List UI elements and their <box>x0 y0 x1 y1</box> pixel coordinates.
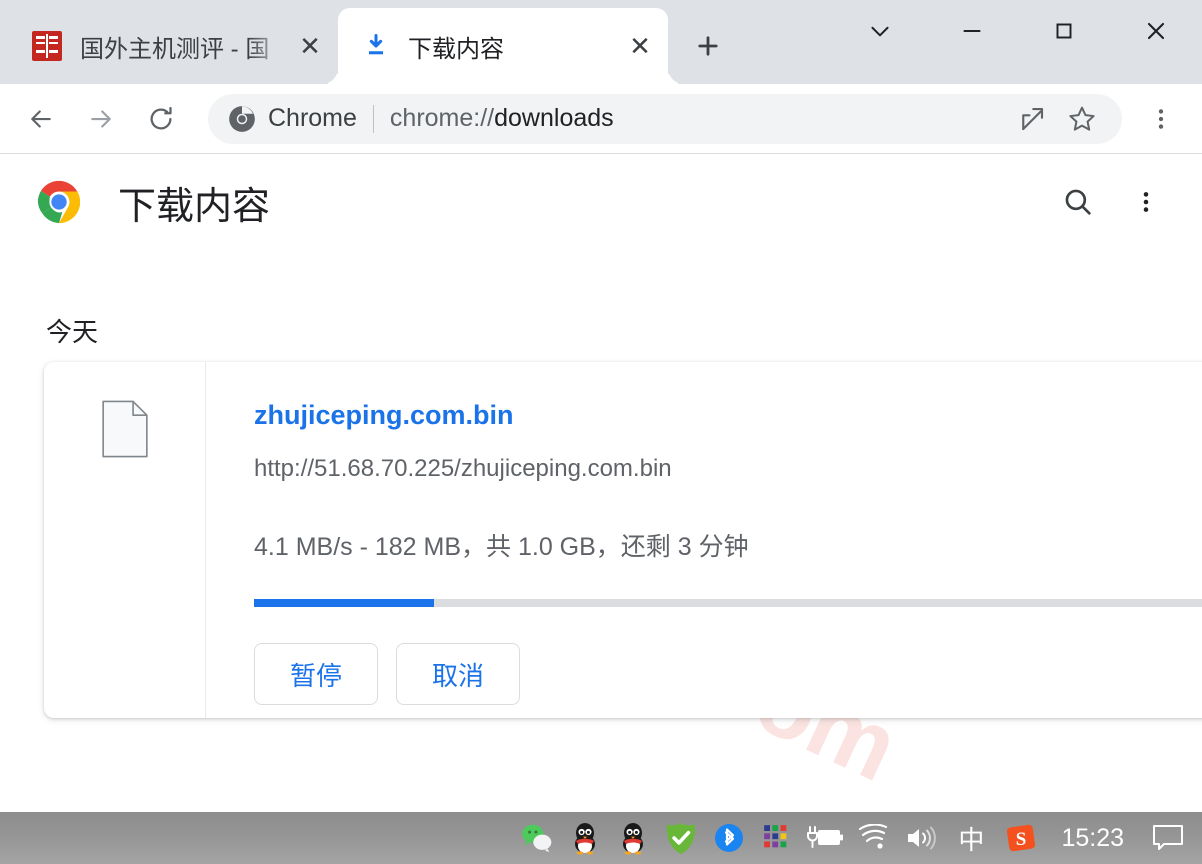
maximize-button[interactable] <box>1018 0 1110 62</box>
wechat-glyph <box>522 824 552 853</box>
minimize-icon <box>963 30 981 32</box>
star-icon <box>1069 106 1095 131</box>
chrome-logo-icon <box>37 180 81 224</box>
ime-indicator[interactable]: 中 <box>945 820 997 857</box>
page-title: 下载内容 <box>118 185 271 228</box>
forward-button[interactable] <box>74 92 128 146</box>
chevron-down-icon <box>871 26 889 37</box>
download-actions: 暂停 取消 <box>254 643 1202 705</box>
search-icon <box>1065 189 1091 215</box>
omnibox-url-path: downloads <box>494 104 614 132</box>
notifications-icon[interactable] <box>1144 812 1192 864</box>
download-progress-fill <box>254 599 434 607</box>
download-item-card[interactable]: zhujiceping.com.bin http://51.68.70.225/… <box>44 362 1202 718</box>
address-bar[interactable]: Chrome chrome://downloads <box>208 93 1122 144</box>
tab-downloads[interactable]: 下载内容 ✕ <box>338 8 668 84</box>
maximize-icon <box>1056 23 1072 39</box>
plus-icon <box>698 36 718 56</box>
cancel-button[interactable]: 取消 <box>396 643 520 705</box>
browser-toolbar: Chrome chrome://downloads <box>0 84 1202 154</box>
system-tray: 中 S 15:23 <box>513 812 1202 864</box>
speaker-glyph <box>908 826 937 850</box>
reload-button[interactable] <box>134 92 188 146</box>
new-tab-button[interactable] <box>680 18 736 74</box>
wechat-icon[interactable] <box>513 812 561 864</box>
action-center-glyph <box>1153 825 1183 850</box>
wifi-icon[interactable] <box>849 812 897 864</box>
taskbar-clock[interactable]: 15:23 <box>1045 824 1144 853</box>
generic-file-icon <box>101 400 148 458</box>
omnibox-brand-label: Chrome <box>268 104 357 132</box>
windows-taskbar: 中 S 15:23 <box>0 812 1202 864</box>
red-site-favicon <box>32 31 62 61</box>
tab-search-button[interactable] <box>834 0 926 62</box>
battery-charging-icon[interactable] <box>801 812 849 864</box>
download-progress-bar <box>254 599 1202 607</box>
reload-icon <box>150 106 172 129</box>
tab-close-button[interactable]: ✕ <box>292 28 328 64</box>
share-icon <box>1022 107 1044 130</box>
color-grid-glyph <box>764 825 787 848</box>
download-icon <box>369 33 383 55</box>
green-check-shield-glyph <box>667 823 696 854</box>
omnibox-divider <box>372 104 374 133</box>
wifi-glyph <box>859 824 888 849</box>
battery-plug-glyph <box>807 826 844 848</box>
download-file-name-link[interactable]: zhujiceping.com.bin <box>254 400 1202 431</box>
close-window-button[interactable] <box>1110 0 1202 62</box>
minimize-button[interactable] <box>926 0 1018 62</box>
downloads-menu-button[interactable] <box>1118 174 1174 230</box>
downloads-page: zhujiceping.com 下载内容 <box>0 154 1202 812</box>
omnibox-url: chrome://downloads <box>390 104 1004 133</box>
tab-title: 国外主机测评 - 国 <box>80 35 270 63</box>
qq-penguin-glyph <box>575 823 596 855</box>
download-status-text: 4.1 MB/s - 182 MB，共 1.0 GB，还剩 3 分钟 <box>254 533 749 561</box>
date-group-label: 今天 <box>46 317 99 347</box>
sogou-glyph: S <box>1007 824 1036 852</box>
three-dots-icon <box>1158 108 1164 129</box>
chrome-icon <box>229 105 255 132</box>
download-item-details: zhujiceping.com.bin http://51.68.70.225/… <box>206 362 1202 718</box>
tab-title: 下载内容 <box>408 35 504 63</box>
window-controls <box>834 0 1202 62</box>
downloads-header: 下载内容 <box>0 154 1202 250</box>
qq-icon[interactable] <box>561 812 609 864</box>
svg-text:S: S <box>1016 829 1027 850</box>
back-button[interactable] <box>14 92 68 146</box>
qq-penguin-glyph <box>623 823 644 855</box>
pause-button[interactable]: 暂停 <box>254 643 378 705</box>
bluetooth-glyph <box>715 824 744 852</box>
back-icon <box>31 109 51 128</box>
volume-icon[interactable] <box>897 812 945 864</box>
browser-menu-button[interactable] <box>1134 92 1188 146</box>
file-icon-column <box>44 362 206 718</box>
qq-secondary-icon[interactable] <box>609 812 657 864</box>
tab-guowaizhuji[interactable]: 国外主机测评 - 国 ✕ <box>8 8 338 84</box>
chrome-browser-window: 国外主机测评 - 国 ✕ 下载内容 ✕ Chrome chrome://down… <box>0 0 1202 812</box>
forward-icon <box>91 109 111 128</box>
omnibox-url-scheme: chrome:// <box>389 104 495 132</box>
download-source-url: http://51.68.70.225/zhujiceping.com.bin <box>254 455 672 482</box>
share-button[interactable] <box>1010 97 1054 141</box>
bookmark-button[interactable] <box>1060 97 1104 141</box>
bluetooth-icon[interactable] <box>705 812 753 864</box>
screen: 国外主机测评 - 国 ✕ 下载内容 ✕ Chrome chrome://down… <box>0 0 1202 864</box>
color-grid-icon[interactable] <box>753 812 801 864</box>
close-icon <box>1147 22 1165 40</box>
360-security-icon[interactable] <box>657 812 705 864</box>
three-dots-icon <box>1143 192 1149 212</box>
downloads-search-button[interactable] <box>1050 174 1106 230</box>
tab-strip: 国外主机测评 - 国 ✕ 下载内容 ✕ <box>0 0 1202 84</box>
sogou-input-icon[interactable]: S <box>997 812 1045 864</box>
tab-close-button[interactable]: ✕ <box>622 28 658 64</box>
